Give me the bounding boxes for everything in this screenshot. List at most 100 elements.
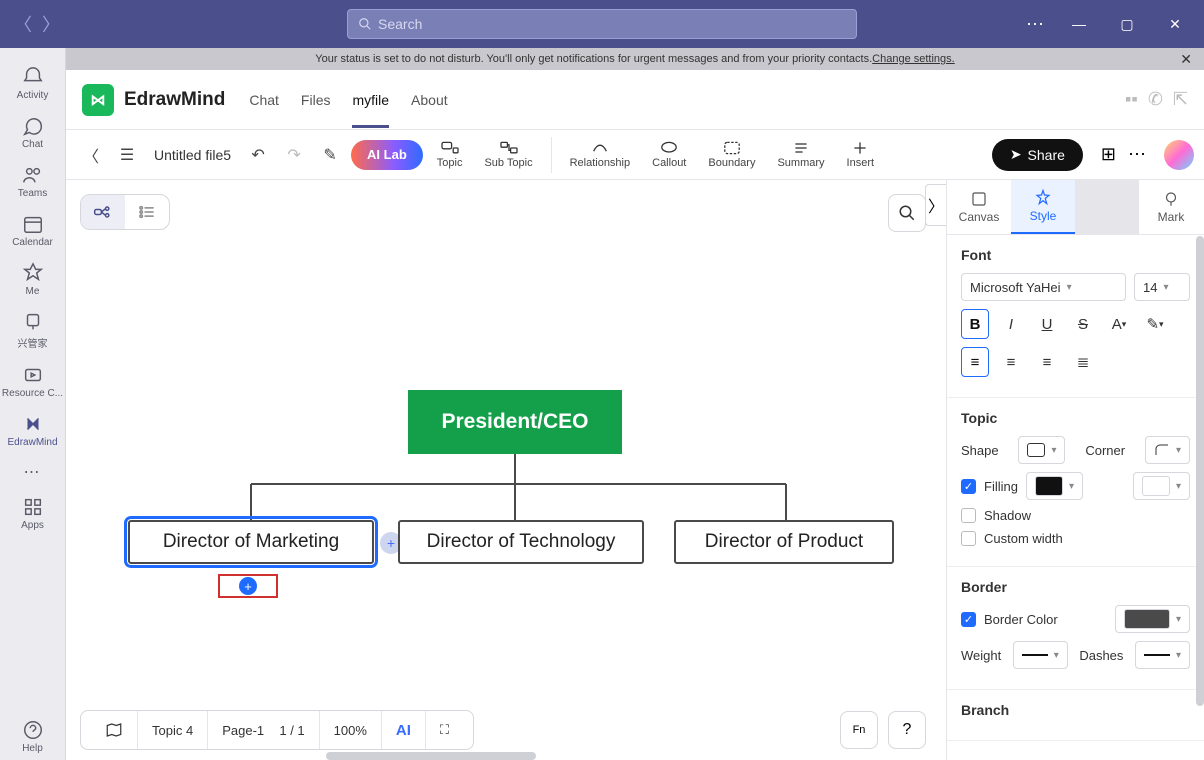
window-close[interactable]: ✕	[1160, 16, 1190, 33]
text-color-button[interactable]: A▾	[1105, 309, 1133, 339]
brush-icon[interactable]: ✎	[315, 140, 345, 170]
current-topic[interactable]: Topic 4	[137, 711, 207, 749]
topic-button[interactable]: Topic	[429, 140, 471, 169]
back-icon[interactable]: 〈	[76, 140, 106, 170]
notification-close-icon[interactable]: ✕	[1180, 51, 1192, 68]
font-size-select[interactable]: 14▾	[1134, 273, 1190, 301]
node-child-2[interactable]: Director of Product	[674, 520, 894, 564]
map-icon[interactable]	[91, 711, 137, 749]
outline-view-icon[interactable]	[125, 195, 169, 229]
node-child-1[interactable]: Director of Technology	[398, 520, 644, 564]
page-indicator[interactable]: Page-1 1 / 1	[207, 711, 318, 749]
share-button[interactable]: ➤ Share	[992, 139, 1083, 171]
rail-edrawmind[interactable]: EdrawMind	[0, 407, 65, 454]
node-child-0[interactable]: Director of Marketing	[128, 520, 374, 564]
filling-checkbox[interactable]: ✓	[961, 479, 976, 494]
rail-me[interactable]: Me	[0, 256, 65, 303]
summary-button[interactable]: Summary	[769, 140, 832, 169]
fn-icon[interactable]: Fn	[840, 711, 878, 749]
font-family-select[interactable]: Microsoft YaHei▾	[961, 273, 1126, 301]
popout-icon[interactable]: ⇱	[1173, 89, 1188, 110]
rail-teams[interactable]: Teams	[0, 158, 65, 205]
dashes-select[interactable]: ▾	[1135, 641, 1190, 669]
rail-xingguanjia[interactable]: 兴管家	[0, 305, 65, 356]
zoom-level[interactable]: 100%	[319, 711, 381, 749]
nav-forward-icon[interactable]: 〉	[42, 11, 60, 37]
weight-label: Weight	[961, 648, 1001, 663]
node-root[interactable]: President/CEO	[408, 390, 622, 454]
underline-button[interactable]: U	[1033, 309, 1061, 339]
tab-chat[interactable]: Chat	[249, 72, 279, 128]
corner-select[interactable]: ▾	[1145, 436, 1190, 464]
tab-about[interactable]: About	[411, 72, 448, 128]
video-icon[interactable]: ▪▪	[1125, 89, 1138, 110]
border-color-checkbox[interactable]: ✓	[961, 612, 976, 627]
highlight-button[interactable]: ✎▾	[1141, 309, 1169, 339]
panel-tab-style[interactable]: Style	[1011, 180, 1075, 234]
tab-myfile[interactable]: myfile	[352, 72, 389, 128]
rail-more[interactable]: ⋯	[0, 456, 65, 488]
relationship-button[interactable]: Relationship	[562, 140, 639, 169]
more-toolbar-icon[interactable]: ⋯	[1128, 144, 1148, 165]
border-title: Border	[961, 579, 1190, 595]
shape-label: Shape	[961, 443, 999, 458]
global-search[interactable]: Search	[347, 9, 857, 39]
topic-title: Topic	[961, 410, 1190, 426]
nav-back-icon[interactable]: 〈	[14, 11, 32, 37]
ai-lab-button[interactable]: AI Lab	[351, 140, 423, 170]
user-avatar[interactable]	[1164, 140, 1194, 170]
weight-select[interactable]: ▾	[1013, 641, 1068, 669]
filename[interactable]: Untitled file5	[148, 147, 237, 163]
align-left-button[interactable]: ≡	[961, 347, 989, 377]
font-title: Font	[961, 247, 1190, 263]
callout-button[interactable]: Callout	[644, 140, 694, 169]
help-icon[interactable]: ?	[888, 711, 926, 749]
canvas-search-icon[interactable]	[888, 194, 926, 232]
panel-tab-mark[interactable]: Mark	[1139, 180, 1203, 234]
insert-button[interactable]: Insert	[839, 140, 883, 169]
boundary-button[interactable]: Boundary	[700, 140, 763, 169]
align-center-button[interactable]: ≡	[997, 347, 1025, 377]
shadow-checkbox[interactable]	[961, 508, 976, 523]
app-header: ⋈ EdrawMind Chat Files myfile About ▪▪ ✆…	[66, 70, 1204, 130]
window-maximize[interactable]: ▢	[1112, 16, 1142, 33]
custom-width-checkbox[interactable]	[961, 531, 976, 546]
border-color-select[interactable]: ▾	[1115, 605, 1190, 633]
mindmap-view-icon[interactable]	[81, 195, 125, 229]
window-minimize[interactable]: —	[1064, 16, 1094, 32]
more-icon[interactable]: ⋯	[1026, 14, 1046, 35]
call-icon[interactable]: ✆	[1148, 89, 1163, 110]
rail-calendar[interactable]: Calendar	[0, 207, 65, 254]
fill-secondary-select[interactable]: ▾	[1133, 472, 1190, 500]
search-placeholder: Search	[378, 16, 422, 32]
tab-files[interactable]: Files	[301, 72, 331, 128]
add-below-highlight[interactable]: +	[218, 574, 278, 598]
panel-tab-canvas[interactable]: Canvas	[947, 180, 1011, 234]
ai-button[interactable]: AI	[381, 711, 425, 749]
rail-chat[interactable]: Chat	[0, 109, 65, 156]
strike-button[interactable]: S	[1069, 309, 1097, 339]
redo-icon[interactable]: ↷	[279, 140, 309, 170]
align-right-button[interactable]: ≡	[1033, 347, 1061, 377]
topic-section: Topic Shape ▾ Corner ▾ ✓ Filling ▾ ▾ Sha…	[947, 398, 1204, 567]
rail-help[interactable]: Help	[0, 713, 65, 760]
rail-apps[interactable]: Apps	[0, 490, 65, 537]
bold-button[interactable]: B	[961, 309, 989, 339]
subtopic-button[interactable]: Sub Topic	[476, 140, 540, 169]
grid-view-icon[interactable]: ⊞	[1101, 144, 1116, 165]
panel-collapse-icon[interactable]: 〉	[925, 184, 946, 226]
horizontal-scrollbar[interactable]	[326, 752, 536, 760]
rail-activity[interactable]: Activity	[0, 60, 65, 107]
undo-icon[interactable]: ↶	[243, 140, 273, 170]
shape-select[interactable]: ▾	[1018, 436, 1065, 464]
align-justify-button[interactable]: ≣	[1069, 347, 1097, 377]
panel-scrollbar[interactable]	[1196, 236, 1204, 706]
fill-color-select[interactable]: ▾	[1026, 472, 1083, 500]
add-below-icon[interactable]: +	[239, 577, 257, 595]
canvas[interactable]: 〉 President/CEO Director of Marketing + …	[66, 180, 946, 760]
fullscreen-icon[interactable]: ⛶	[425, 711, 463, 749]
rail-resource[interactable]: Resource C...	[0, 358, 65, 405]
notification-link[interactable]: Change settings.	[872, 53, 955, 65]
italic-button[interactable]: I	[997, 309, 1025, 339]
menu-icon[interactable]: ☰	[112, 140, 142, 170]
